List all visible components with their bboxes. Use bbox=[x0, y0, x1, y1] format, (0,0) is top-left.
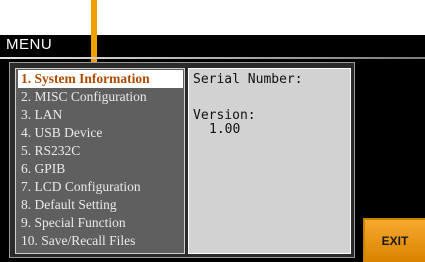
version-value: 1.00 bbox=[209, 122, 241, 137]
title-bar bbox=[0, 35, 425, 57]
menu-item-lcd-configuration[interactable]: 7. LCD Configuration bbox=[18, 178, 183, 196]
info-box bbox=[188, 68, 351, 254]
menu-item-misc-configuration[interactable]: 2. MISC Configuration bbox=[18, 88, 183, 106]
menu-item-usb-device[interactable]: 4. USB Device bbox=[18, 124, 183, 142]
exit-button-label: EXIT bbox=[381, 234, 409, 248]
menu-item-rs232c[interactable]: 5. RS232C bbox=[18, 142, 183, 160]
page-title: MENU bbox=[6, 36, 53, 53]
exit-button[interactable]: EXIT bbox=[363, 218, 425, 262]
serial-number-label: Serial Number: bbox=[193, 72, 303, 87]
menu-item-lan[interactable]: 3. LAN bbox=[18, 106, 183, 124]
title-divider bbox=[0, 57, 425, 59]
menu-item-special-function[interactable]: 9. Special Function bbox=[18, 214, 183, 232]
menu-item-system-information[interactable]: 1. System Information bbox=[18, 70, 183, 88]
menu-item-default-setting[interactable]: 8. Default Setting bbox=[18, 196, 183, 214]
menu-item-gpib[interactable]: 6. GPIB bbox=[18, 160, 183, 178]
version-label: Version: bbox=[193, 108, 256, 123]
menu-item-save-recall-files[interactable]: 10. Save/Recall Files bbox=[18, 232, 183, 250]
